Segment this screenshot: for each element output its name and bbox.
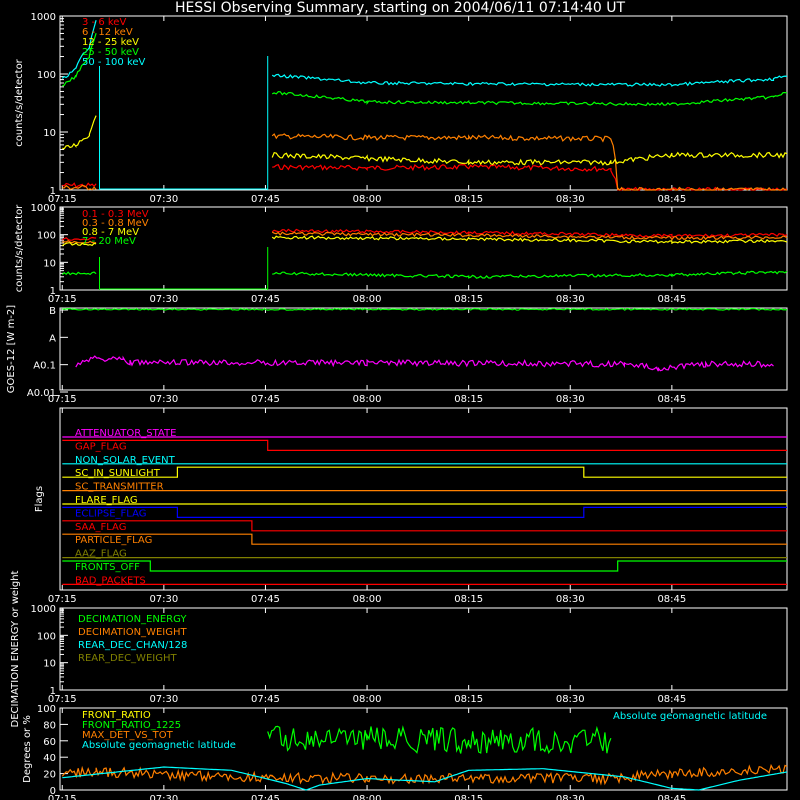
panel6-legend-entry: Absolute geomagnetic latitude	[82, 740, 236, 751]
panel3-x-tick-label: 07:30	[149, 394, 178, 405]
flag-label: PARTICLE_FLAG	[75, 535, 152, 546]
panel5-legend-entry: REAR_DEC_WEIGHT	[78, 653, 177, 664]
flag-label: SAA_FLAG	[75, 522, 126, 533]
panel4-x-tick-label: 08:45	[657, 594, 686, 605]
panel2-x-tick-label: 07:30	[149, 294, 178, 305]
panel5-x-tick-label: 07:30	[149, 694, 178, 705]
panel2-series-line	[272, 270, 788, 279]
flag-line	[62, 520, 787, 532]
panel3-y-tick-label: A0.01	[27, 388, 56, 399]
panel5-y-tick-label: 100	[37, 631, 56, 642]
panel1-x-tick-label: 07:30	[149, 194, 178, 205]
panel2-legend-entry: 7 - 20 MeV	[82, 236, 136, 247]
panel1-x-tick-label: 08:00	[353, 194, 382, 205]
panel3-x-tick-label: 08:45	[657, 394, 686, 405]
flag-line	[62, 439, 787, 451]
panel4-x-tick-label: 08:15	[454, 594, 483, 605]
panel6-y-tick-label: 80	[43, 720, 56, 731]
panel5-x-tick-label: 08:30	[556, 694, 585, 705]
panel3-frame	[59, 307, 788, 391]
panel4-y-axis-label: Flags	[34, 486, 45, 512]
panel4-x-tick-label: 07:45	[251, 594, 280, 605]
panel1-x-tick-label: 07:45	[251, 194, 280, 205]
panel6-y-tick-label: 100	[37, 704, 56, 715]
panel6-x-tick-label: 08:45	[657, 794, 686, 800]
panel2-x-tick-label: 08:00	[353, 294, 382, 305]
plot-area: 07:15 07:30 07:45 08:00 08:15 08:30 08:45 count…	[6, 12, 788, 800]
panel6-y-tick-label: 0	[50, 786, 56, 797]
panel2-y-axis-label: counts/s/detector	[14, 204, 25, 292]
flag-line	[62, 533, 787, 545]
panel1-y-tick-label: 1000	[31, 12, 56, 23]
panel1-series-line	[271, 133, 787, 191]
panel5-y-tick-label: 10	[43, 659, 56, 670]
panel5-x-tick-label: 08:15	[454, 694, 483, 705]
panel1-series-line	[271, 73, 788, 87]
panel3-x-tick-label: 07:45	[251, 394, 280, 405]
panel1-legend-entry: 50 - 100 keV	[82, 57, 146, 68]
panel5-legend-entry: DECIMATION_ENERGY	[78, 614, 187, 625]
panel3-x-tick-label: 08:15	[454, 394, 483, 405]
flag-label: ECLIPSE_FLAG	[75, 508, 146, 519]
panel2-frame	[59, 206, 788, 291]
panel1-y-tick-label: 10	[43, 128, 56, 139]
panel3-x-tick-label: 08:30	[556, 394, 585, 405]
flag-label: FRONTS_OFF	[75, 562, 140, 573]
panel6-x-tick-label: 07:30	[149, 794, 178, 800]
panel2-x-tick-label: 07:45	[251, 294, 280, 305]
panel5-x-tick-label: 08:00	[353, 694, 382, 705]
panel4-x-tick-label: 08:00	[353, 594, 382, 605]
panel2-y-tick-label: 1	[50, 286, 56, 297]
panel3-x-tick-label: 08:00	[353, 394, 382, 405]
flag-label: GAP_FLAG	[75, 441, 127, 452]
panel6-x-tick-label: 08:15	[454, 794, 483, 800]
panel1-y-tick-label: 100	[37, 70, 56, 81]
flag-line	[62, 506, 787, 518]
panel2-x-tick-label: 08:45	[657, 294, 686, 305]
flag-line	[62, 466, 787, 478]
panel3-y-tick-label: A0.1	[33, 361, 56, 372]
panel6-y-tick-label: 60	[43, 737, 56, 748]
panel6-x-tick-label: 08:00	[353, 794, 382, 800]
panel6-x-tick-label: 08:30	[556, 794, 585, 800]
panel3-y-tick-label: A	[49, 333, 56, 344]
panel6-y-tick-label: 40	[43, 753, 56, 764]
panel4-x-tick-label: 07:30	[149, 594, 178, 605]
panel2-y-tick-label: 10	[43, 258, 56, 269]
panel5-x-tick-label: 08:45	[657, 694, 686, 705]
annotation-geomagnetic-latitude: Absolute geomagnetic latitude	[613, 711, 767, 722]
panel3-series-line	[62, 307, 788, 311]
panel1-series-line	[271, 151, 788, 166]
panel5-y-tick-label: 1	[50, 686, 56, 697]
panel1-x-tick-label: 08:15	[454, 194, 483, 205]
panel4-x-tick-label: 07:15	[48, 594, 77, 605]
panel5-legend-entry: REAR_DEC_CHAN/128	[78, 640, 187, 651]
panel5-legend-entry: DECIMATION_WEIGHT	[78, 627, 187, 638]
panel6-x-tick-label: 07:45	[251, 794, 280, 800]
panel5-y-axis-label: DECIMATION ENERGY or weight	[10, 570, 21, 727]
panel2-series-line	[271, 228, 788, 238]
panel6-y-tick-label: 20	[43, 770, 56, 781]
panel1-x-tick-label: 08:30	[556, 194, 585, 205]
flag-line	[62, 560, 787, 572]
panel5-x-tick-label: 07:45	[251, 694, 280, 705]
panel6-y-axis-label: Degrees or %	[22, 715, 33, 783]
panel2-x-tick-label: 08:15	[454, 294, 483, 305]
panel1-y-axis-label: counts/s/detector	[14, 58, 25, 146]
panel2-y-tick-label: 100	[37, 231, 56, 242]
panel1-x-tick-label: 08:45	[657, 194, 686, 205]
panel2-series-line	[61, 271, 97, 276]
panel1-series-line	[62, 184, 97, 191]
panel5-y-tick-label: 1000	[31, 604, 56, 615]
panel2-x-tick-label: 08:30	[556, 294, 585, 305]
panel1-series-line	[271, 90, 788, 107]
panel3-y-axis-label: GOES-12 [W m-2]	[6, 305, 17, 393]
panel3-y-tick-label: B	[49, 306, 56, 317]
panel2-y-tick-label: 1000	[31, 203, 56, 214]
panel3-series-line	[75, 355, 774, 372]
panel1-y-tick-label: 1	[50, 186, 56, 197]
panel1-series-line	[272, 163, 787, 191]
panel6-series-line	[267, 725, 612, 755]
panel4-x-tick-label: 08:30	[556, 594, 585, 605]
